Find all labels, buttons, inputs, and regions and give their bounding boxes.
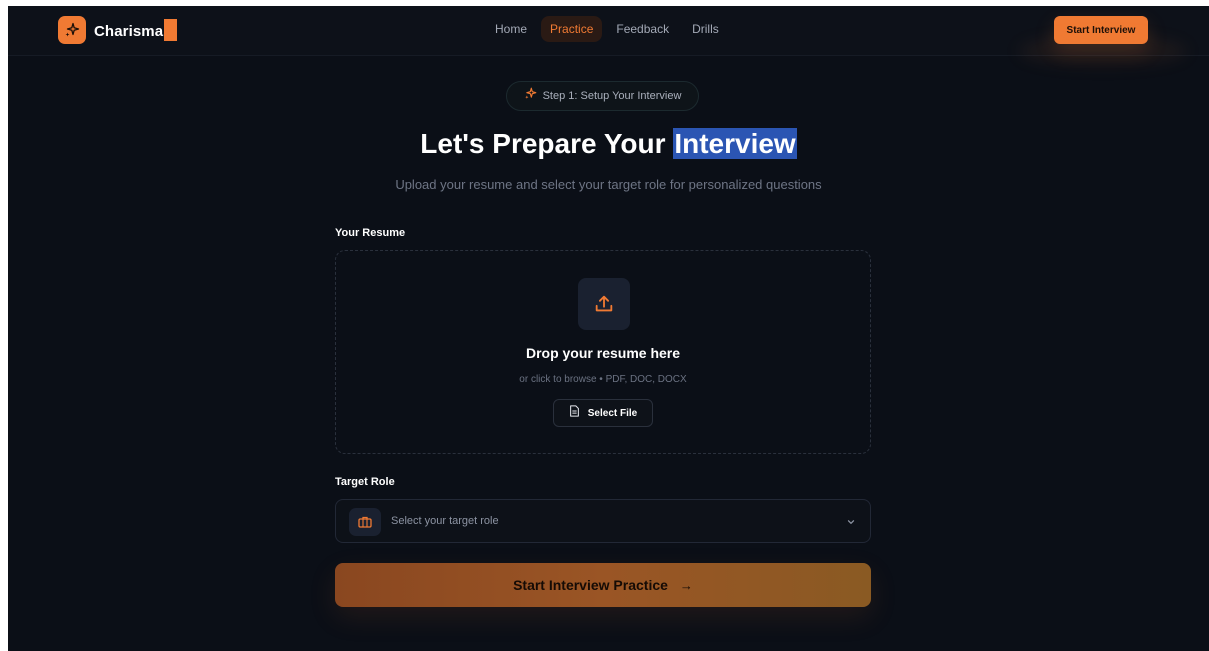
start-interview-practice-button[interactable]: Start Interview Practice → [335, 563, 871, 607]
brand-name: Charisma [94, 19, 178, 41]
arrow-right-icon: → [679, 577, 693, 593]
select-file-button[interactable]: Select File [553, 399, 653, 427]
brand-cursor [164, 19, 178, 41]
nav-feedback[interactable]: Feedback [607, 16, 678, 42]
resume-dropzone[interactable]: Drop your resume here or click to browse… [335, 250, 871, 454]
nav-home[interactable]: Home [486, 16, 536, 42]
sparkles-icon [524, 87, 537, 105]
role-placeholder: Select your target role [391, 515, 499, 527]
sparkles-icon [58, 16, 86, 44]
nav-links: Home Practice Feedback Drills [486, 16, 733, 42]
cta-glow [1018, 36, 1188, 66]
nav-drills[interactable]: Drills [683, 16, 728, 42]
brand[interactable]: Charisma [58, 16, 178, 44]
step-badge: Step 1: Setup Your Interview [506, 81, 699, 111]
page-title: Let's Prepare Your Interview [8, 128, 1209, 160]
file-icon [569, 404, 580, 422]
drop-hint: or click to browse • PDF, DOC, DOCX [519, 374, 687, 385]
submit-label: Start Interview Practice [513, 577, 668, 593]
page-subtitle: Upload your resume and select your targe… [395, 177, 822, 192]
chevron-down-icon [846, 514, 856, 532]
briefcase-icon [349, 508, 381, 536]
title-prefix: Let's Prepare Your [420, 128, 674, 159]
drop-title: Drop your resume here [525, 345, 681, 361]
app-window: Charisma Home Practice Feedback Drills S… [8, 6, 1209, 651]
title-highlight: Interview [673, 128, 797, 159]
target-role-select[interactable]: Select your target role [335, 499, 871, 543]
upload-icon [578, 278, 630, 330]
resume-section-label: Your Resume [335, 227, 406, 239]
step-label: Step 1: Setup Your Interview [542, 90, 682, 102]
select-file-label: Select File [587, 407, 638, 419]
role-section-label: Target Role [335, 476, 395, 488]
nav-practice[interactable]: Practice [541, 16, 603, 42]
